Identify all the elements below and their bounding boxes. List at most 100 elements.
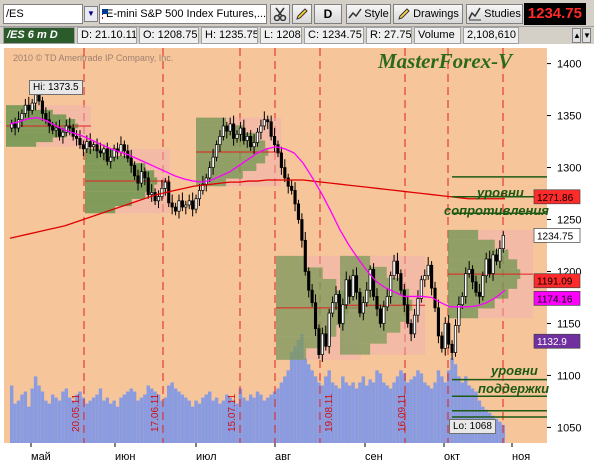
candle-body xyxy=(139,171,143,184)
x-month-label: ноя xyxy=(512,451,530,463)
candle-body xyxy=(419,279,423,299)
draw-tools-button[interactable] xyxy=(270,4,290,24)
volume-profile-row xyxy=(276,255,307,268)
price-chart[interactable]: 105011001150120012501300135014001271.861… xyxy=(0,44,594,469)
candle-body xyxy=(365,289,369,304)
last-price-display: 1234.75 xyxy=(523,3,586,25)
chart-symbol-label[interactable]: /ES 6 m D xyxy=(3,27,75,44)
y-axis-panel xyxy=(547,48,594,443)
d-button[interactable]: D xyxy=(314,4,342,24)
instrument-description-text: E-mini S&P 500 Index Futures,... xyxy=(106,8,266,20)
copyright-text: 2010 © TD Ameritrade IP Company, Inc. xyxy=(13,53,174,63)
candle-body xyxy=(331,302,335,314)
candle-body xyxy=(286,177,290,187)
bar-high: H: 1235.75 xyxy=(201,27,258,44)
volume-bar xyxy=(409,379,413,443)
collapse-up-icon[interactable]: ▲ xyxy=(572,28,581,43)
candle-body xyxy=(395,260,400,274)
volume-bar xyxy=(163,397,168,443)
volume-bar xyxy=(313,376,318,443)
candle-body xyxy=(51,125,55,131)
volume-profile-row xyxy=(276,348,307,360)
high-label: Hi: 1373.5 xyxy=(29,80,83,95)
candle-body xyxy=(300,219,304,241)
volume-profile-row xyxy=(276,313,346,326)
volume-bar xyxy=(279,382,284,443)
candle-body xyxy=(10,123,14,129)
candle-body xyxy=(443,323,447,349)
y-tick-label: 1050 xyxy=(557,422,581,434)
volume-bar xyxy=(44,400,48,443)
volume-bar xyxy=(341,376,345,443)
candle-body xyxy=(467,269,471,274)
support-note-line1: уровни xyxy=(491,363,538,378)
collapse-down-icon[interactable]: ▼ xyxy=(582,28,591,43)
candle-body xyxy=(163,181,167,189)
volume-bar xyxy=(23,391,28,443)
volume-bar xyxy=(50,394,55,443)
candle-body xyxy=(232,123,236,139)
y-tick-label: 1350 xyxy=(557,111,581,123)
volume-bar xyxy=(252,397,256,443)
volume-bar xyxy=(423,382,427,443)
expiration-date-label: 15.07.11 xyxy=(227,393,238,432)
candle-body xyxy=(358,291,362,314)
bar-open: O: 1208.75 xyxy=(139,27,199,44)
candle-body xyxy=(481,275,485,297)
volume-bar xyxy=(129,388,133,443)
volume-bar xyxy=(245,400,249,443)
instrument-description[interactable]: E-mini S&P 500 Index Futures,... xyxy=(99,4,267,24)
candle-body xyxy=(57,127,62,137)
candle-body xyxy=(238,127,242,135)
volume-bar xyxy=(412,376,417,443)
studies-button[interactable]: Studies xyxy=(466,4,523,24)
volume-bar xyxy=(293,346,297,443)
expiration-date-label: 19.08.11 xyxy=(324,393,335,432)
link-button[interactable] xyxy=(292,4,312,24)
volume-profile-row xyxy=(448,239,495,250)
style-button[interactable]: Style xyxy=(346,4,391,24)
volume-bar xyxy=(221,400,226,443)
candle-body xyxy=(501,235,505,249)
volume-bar xyxy=(354,388,359,443)
studies-icon xyxy=(468,7,482,21)
volume-bar xyxy=(30,388,34,443)
candle-body xyxy=(81,144,85,150)
volume-bar xyxy=(204,394,208,443)
volume-bar xyxy=(37,385,41,443)
candle-body xyxy=(334,294,338,304)
symbol-input[interactable]: /ES xyxy=(3,4,83,24)
volume-bar xyxy=(361,376,366,443)
candle-body xyxy=(488,258,492,274)
y-tick-label: 1300 xyxy=(557,163,581,175)
x-month-label: авг xyxy=(275,451,291,463)
volume-bar xyxy=(248,394,253,443)
resistance-note-line1: уровни xyxy=(477,185,524,200)
candle-body xyxy=(406,304,410,324)
candle-body xyxy=(255,131,260,143)
candle-body xyxy=(341,304,345,324)
flag-icon xyxy=(102,9,108,19)
volume-bar xyxy=(167,385,171,443)
candle-body xyxy=(453,325,458,353)
candle-body xyxy=(433,287,437,309)
candle-body xyxy=(180,200,184,208)
candle-body xyxy=(235,133,239,139)
candle-body xyxy=(133,165,137,177)
candle-body xyxy=(266,119,270,123)
volume-bar xyxy=(16,400,21,443)
candle-body xyxy=(320,333,324,355)
candle-body xyxy=(228,123,232,132)
volume-bar xyxy=(109,403,113,443)
volume-bar xyxy=(13,403,17,443)
drawings-button[interactable]: Drawings xyxy=(393,4,463,24)
chart-area[interactable]: 1050 1100 1150 1200 1250 1300 1350 1400 1271.86 1… xyxy=(0,44,594,469)
symbol-dropdown-chevron-icon[interactable]: ▼ xyxy=(84,6,98,22)
volume-bar xyxy=(426,385,430,443)
volume-bar xyxy=(436,370,441,443)
candle-body xyxy=(477,291,481,297)
candle-body xyxy=(372,269,376,297)
volume-profile-row xyxy=(196,117,227,126)
candle-body xyxy=(88,141,92,148)
candle-body xyxy=(16,119,21,129)
